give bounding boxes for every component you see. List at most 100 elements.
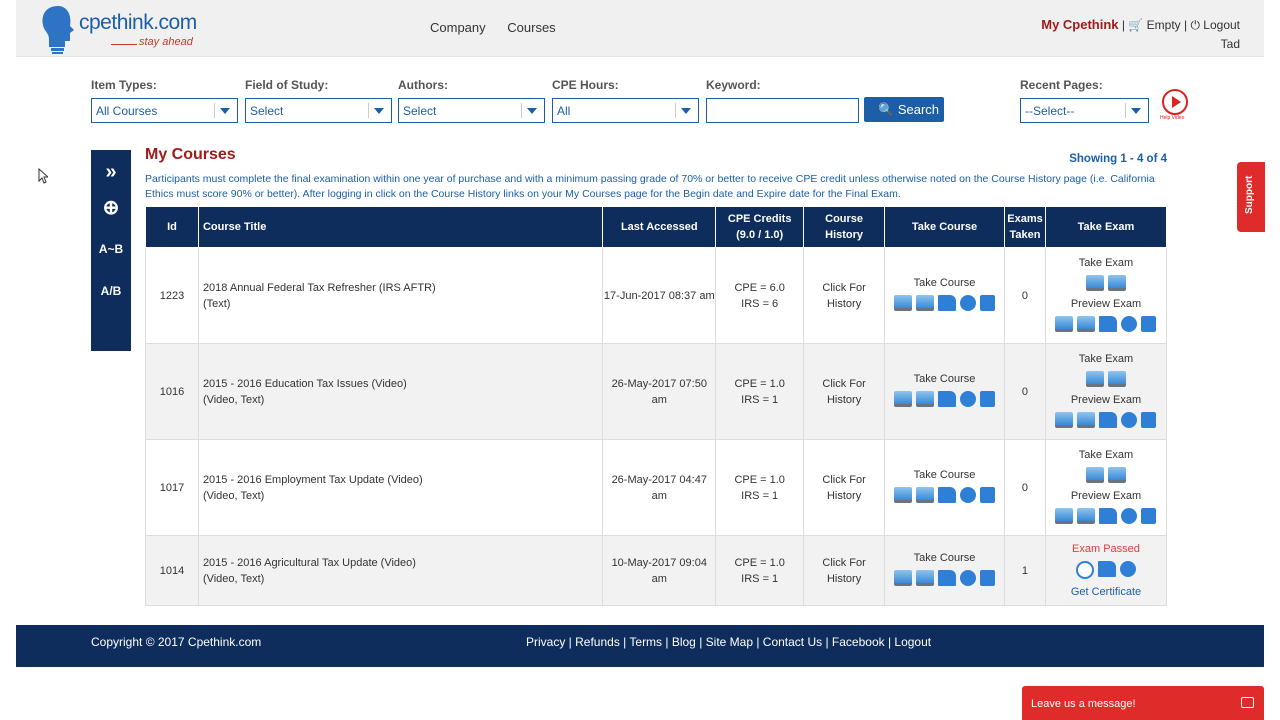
cpe-hours-select[interactable]: All (552, 98, 699, 123)
table-row: 1016 2015 - 2016 Education Tax Issues (V… (145, 343, 1168, 440)
account-menu: My Cpethink | 🛒 Empty | ⏻ Logout Tad (1041, 17, 1240, 51)
print-icon[interactable] (1075, 561, 1094, 579)
chevron-down-icon (1131, 108, 1141, 114)
chat-widget[interactable]: Leave us a message! (1022, 686, 1264, 720)
download-icon[interactable] (1141, 411, 1157, 428)
desktop-icon[interactable] (1077, 315, 1096, 332)
pdf-icon[interactable] (1099, 507, 1118, 524)
col-last-accessed[interactable]: Last Accessed (602, 206, 717, 248)
pdf-icon[interactable] (938, 570, 957, 586)
logo[interactable]: cpethink.com stay ahead (39, 3, 209, 54)
desktop-icon[interactable] (916, 295, 935, 311)
desktop-icon[interactable] (1107, 274, 1126, 291)
monitor-icon[interactable] (1055, 507, 1074, 524)
certificate-icons (1075, 561, 1136, 579)
play-circle-icon[interactable] (1119, 561, 1136, 577)
cell-id: 1016 (145, 343, 199, 440)
play-circle-icon[interactable] (1121, 411, 1138, 428)
play-circle-icon[interactable] (960, 295, 977, 311)
cell-history[interactable]: Click For History (803, 343, 886, 440)
monitor-icon[interactable] (894, 487, 913, 503)
monitor-icon[interactable] (894, 295, 913, 311)
pdf-icon[interactable] (938, 391, 957, 407)
desktop-icon[interactable] (916, 570, 935, 586)
table-row: 1223 2018 Annual Federal Tax Refresher (… (145, 247, 1168, 344)
download-icon[interactable] (980, 295, 996, 311)
my-cpethink-link[interactable]: My Cpethink (1041, 17, 1118, 32)
search-button[interactable]: 🔍 Search (864, 97, 944, 122)
download-icon[interactable] (1141, 507, 1157, 524)
history-link-2[interactable]: History (827, 394, 861, 406)
download-icon[interactable] (980, 570, 996, 586)
text-size-ab-tilde[interactable]: A~B (91, 242, 131, 256)
monitor-icon[interactable] (894, 570, 913, 586)
col-id[interactable]: Id (145, 206, 199, 248)
monitor-icon[interactable] (894, 391, 913, 407)
text-size-ab-slash[interactable]: A/B (91, 284, 131, 298)
play-circle-icon[interactable] (1121, 507, 1138, 524)
history-link[interactable]: Click For (822, 378, 865, 390)
monitor-icon[interactable] (1055, 411, 1074, 428)
get-certificate-link[interactable]: Get Certificate (1071, 586, 1141, 598)
history-link[interactable]: Click For (822, 474, 865, 486)
pdf-icon[interactable] (1099, 411, 1118, 428)
desktop-icon[interactable] (916, 487, 935, 503)
cpe-credit: CPE = 6.0 (734, 281, 785, 294)
col-course-title[interactable]: Course Title (197, 206, 604, 248)
desktop-icon[interactable] (916, 391, 935, 407)
play-circle-icon[interactable] (960, 487, 977, 503)
pdf-icon[interactable] (938, 295, 957, 311)
download-icon[interactable] (980, 391, 996, 407)
history-link[interactable]: Click For (822, 282, 865, 294)
item-types-select[interactable]: All Courses (91, 98, 238, 123)
pdf-icon[interactable] (938, 487, 957, 503)
desktop-icon[interactable] (1107, 370, 1126, 387)
accessed-date: 26-May-2017 07:50 (611, 377, 707, 390)
exam-icons (1085, 466, 1126, 483)
chat-label: Leave us a message! (1031, 698, 1136, 710)
monitor-icon[interactable] (1085, 274, 1104, 291)
support-tab[interactable]: Support (1237, 162, 1265, 232)
pdf-icon[interactable] (1097, 561, 1116, 577)
field-of-study-value: Select (250, 104, 284, 118)
help-video-play-icon[interactable] (1162, 89, 1188, 115)
cell-history[interactable]: Click For History (803, 535, 886, 606)
monitor-icon[interactable] (1055, 315, 1074, 332)
play-circle-icon[interactable] (960, 391, 977, 407)
logout-link[interactable]: Logout (1203, 18, 1240, 32)
desktop-icon[interactable] (1107, 466, 1126, 483)
download-icon[interactable] (980, 487, 996, 503)
history-link-2[interactable]: History (827, 490, 861, 502)
desktop-icon[interactable] (1077, 507, 1096, 524)
nav-courses[interactable]: Courses (507, 20, 555, 35)
cell-history[interactable]: Click For History (803, 439, 886, 536)
recent-pages-select[interactable]: --Select-- (1020, 98, 1149, 123)
keyword-input[interactable] (706, 98, 859, 123)
chat-bubble-icon (1241, 697, 1254, 708)
cell-take-exam: Take Exam Preview Exam (1044, 439, 1168, 536)
footer-links[interactable]: Privacy | Refunds | Terms | Blog | Site … (526, 635, 931, 649)
cpe-credits-label: CPE Credits (727, 213, 792, 225)
play-circle-icon[interactable] (960, 570, 977, 586)
col-cpe-credits[interactable]: CPE Credits (9.0 / 1.0) (715, 206, 805, 248)
play-circle-icon[interactable] (1121, 315, 1138, 332)
preview-exam-label: Preview Exam (1070, 489, 1142, 502)
history-link-2[interactable]: History (827, 298, 861, 310)
history-link-2[interactable]: History (827, 573, 861, 585)
expand-panel-icon[interactable]: » (91, 161, 131, 184)
nav-company[interactable]: Company (430, 20, 486, 35)
site-header: cpethink.com stay ahead Company Courses … (16, 0, 1264, 57)
zoom-in-icon[interactable]: ⊕ (91, 195, 131, 220)
power-icon[interactable]: ⏻ (1190, 18, 1200, 32)
pdf-icon[interactable] (1099, 315, 1118, 332)
history-link[interactable]: Click For (822, 557, 865, 569)
authors-select[interactable]: Select (398, 98, 545, 123)
monitor-icon[interactable] (1085, 370, 1104, 387)
desktop-icon[interactable] (1077, 411, 1096, 428)
field-of-study-select[interactable]: Select (245, 98, 392, 123)
cart-icon[interactable]: 🛒 (1128, 18, 1143, 32)
cart-link[interactable]: Empty (1147, 18, 1181, 32)
download-icon[interactable] (1141, 315, 1157, 332)
cell-history[interactable]: Click For History (803, 247, 886, 344)
monitor-icon[interactable] (1085, 466, 1104, 483)
